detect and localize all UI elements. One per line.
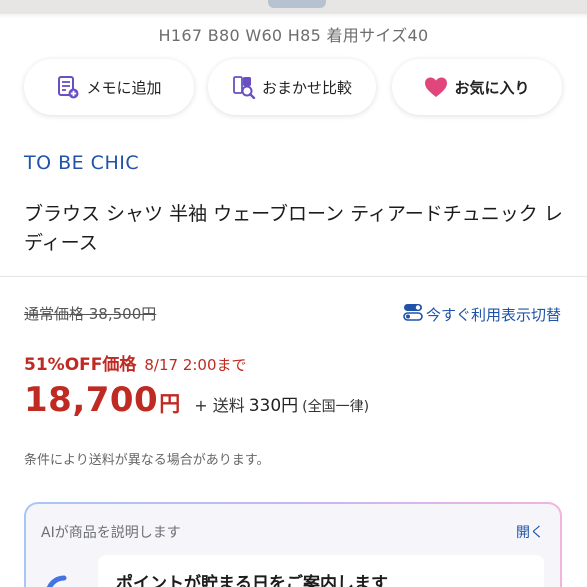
sale-deadline: 8/17 2:00まで	[144, 356, 247, 374]
divider	[0, 276, 587, 277]
ai-description-card: AIが商品を説明します 開く ポイントが貯まる日をご案内します	[24, 502, 562, 587]
ai-card-header: AIが商品を説明します	[41, 525, 181, 541]
shipping-label: + 送料	[194, 396, 245, 415]
favorite-label: お気に入り	[454, 78, 530, 97]
toggle-icon	[403, 303, 426, 325]
product-title: ブラウス シャツ 半袖 ウェーブローン ティアードチュニック レディース	[24, 203, 563, 254]
price-currency: 円	[159, 392, 181, 416]
discount-badge: 51%OFF価格	[24, 355, 137, 375]
action-row: メモに追加 おまかせ比較 お気に入り	[24, 59, 564, 115]
heart-icon	[424, 76, 448, 98]
price-row: 18,700 円 + 送料 330円 (全国一律)	[24, 380, 369, 420]
toggle-label: 今すぐ利用表示切替	[425, 305, 561, 324]
regular-price: 通常価格 38,500円	[24, 305, 157, 323]
sale-price: 18,700	[24, 380, 159, 420]
compare-label: おまかせ比較	[261, 78, 352, 97]
shipping-fee: 330円	[248, 396, 299, 416]
ai-card-inner: AIが商品を説明します 開く ポイントが貯まる日をご案内します	[26, 504, 560, 587]
brand-link[interactable]: TO BE CHIC	[24, 152, 139, 174]
ai-open-button[interactable]: 開く	[516, 522, 544, 542]
ai-message-box[interactable]: ポイントが貯まる日をご案内します	[98, 555, 544, 587]
shipping-note: (全国一律)	[302, 399, 370, 415]
ai-logo-icon	[42, 572, 86, 587]
size-info: H167 B80 W60 H85 着用サイズ40	[158, 26, 429, 45]
favorite-button[interactable]: お気に入り	[392, 59, 562, 115]
compare-button[interactable]: おまかせ比較	[208, 59, 376, 115]
memo-add-icon	[56, 75, 80, 99]
add-memo-button[interactable]: メモに追加	[24, 59, 194, 115]
compare-search-icon	[232, 75, 256, 99]
ai-message-title: ポイントが貯まる日をご案内します	[116, 574, 388, 587]
add-memo-label: メモに追加	[86, 78, 162, 97]
product-image-edge	[0, 0, 587, 14]
display-toggle-link[interactable]: 今すぐ利用表示切替	[403, 303, 561, 325]
shipping-condition-note: 条件により送料が異なる場合があります。	[24, 453, 270, 468]
image-fade	[0, 14, 587, 18]
product-photo-bottom	[268, 0, 326, 8]
discount-row: 51%OFF価格 8/17 2:00まで	[24, 350, 247, 375]
